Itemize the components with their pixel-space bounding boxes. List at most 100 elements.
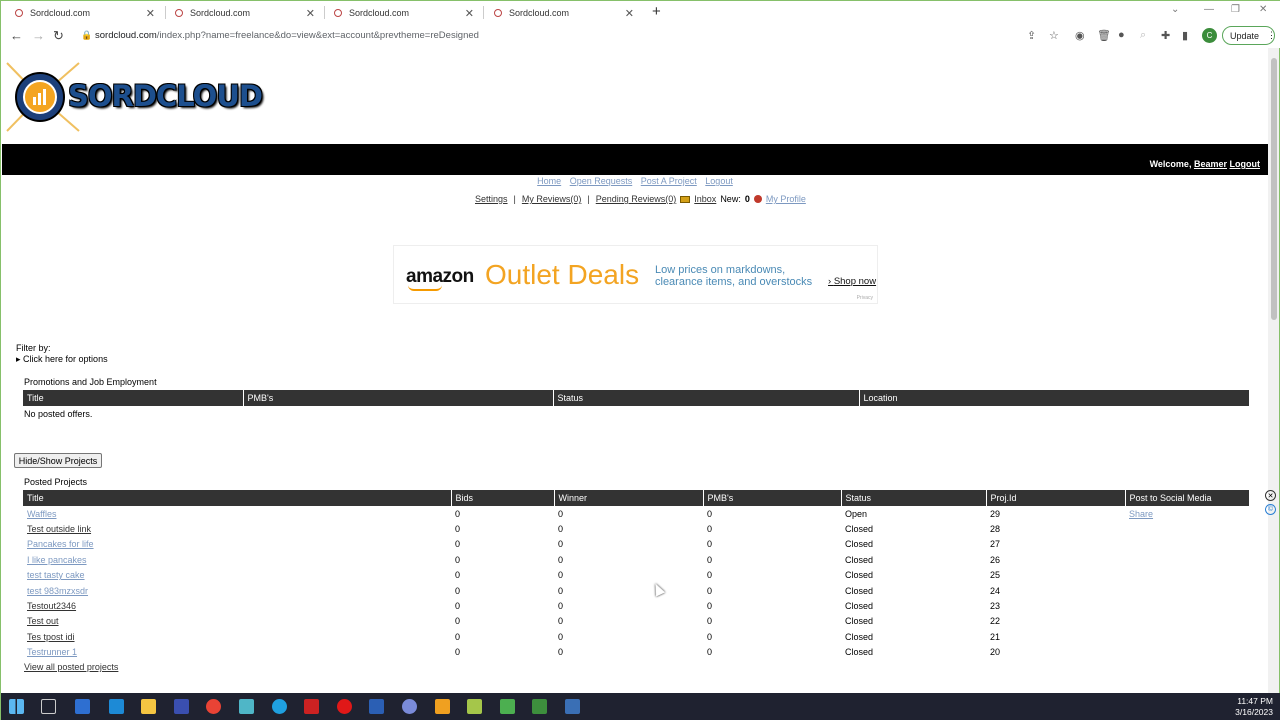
new-tab-icon[interactable]: +	[652, 3, 661, 20]
cell-pmbs: 0	[707, 539, 713, 550]
app-icon[interactable]	[174, 699, 189, 714]
project-title-link[interactable]: Pancakes for life	[27, 539, 94, 549]
project-title-link[interactable]: Waffles	[27, 509, 57, 519]
windows-taskbar: 11:47 PM 3/16/2023	[1, 693, 1280, 720]
cell-status: Open	[845, 508, 868, 519]
lock-icon[interactable]: 🔒	[81, 30, 92, 41]
close-widget-icon[interactable]: ✕	[1265, 490, 1276, 501]
cell-title: Testrunner 1	[23, 645, 451, 660]
app-icon[interactable]	[239, 699, 254, 714]
cell-title: Test out	[23, 614, 451, 629]
side-panel-icon[interactable]: ▮	[1182, 29, 1188, 42]
extension-glasses-icon[interactable]: ◉	[1075, 29, 1085, 42]
favicon-icon	[334, 8, 342, 17]
app-icon[interactable]	[532, 699, 547, 714]
cell-id: 26	[990, 554, 1001, 565]
bookmark-star-icon[interactable]: ☆	[1049, 29, 1059, 42]
project-title-link[interactable]: test tasty cake	[27, 570, 85, 580]
windows-start-icon[interactable]	[9, 699, 24, 714]
project-title-link[interactable]: Tes tpost idi	[27, 632, 75, 642]
extensions-puzzle-icon[interactable]: ✚	[1161, 29, 1170, 42]
project-title-link[interactable]: Testout2346	[27, 601, 76, 611]
chrome-icon[interactable]	[206, 699, 221, 714]
system-clock[interactable]: 11:47 PM 3/16/2023	[1235, 696, 1273, 718]
minimize-icon[interactable]: —	[1204, 4, 1214, 15]
cell-bids: 0	[455, 554, 461, 565]
advertisement-banner[interactable]: amazon Outlet Deals Low prices on markdo…	[393, 245, 878, 304]
chevron-down-icon[interactable]: ⌄	[1171, 4, 1179, 15]
browser-tab-active[interactable]: Sordcloud.com ✕	[480, 2, 638, 23]
ad-tagline: Low prices on markdowns, clearance items…	[655, 264, 813, 288]
project-title-link[interactable]: test 983mzxsdr	[27, 586, 88, 596]
close-tab-icon[interactable]: ✕	[465, 7, 474, 20]
cell-id: 24	[990, 585, 1001, 596]
notepad-icon[interactable]	[467, 699, 482, 714]
view-all-projects-link[interactable]: View all posted projects	[24, 662, 118, 672]
app-icon[interactable]	[565, 699, 580, 714]
close-tab-icon[interactable]: ✕	[306, 7, 315, 20]
project-title-link[interactable]: Testrunner 1	[27, 647, 77, 657]
search-icon[interactable]: ⌕	[1140, 29, 1146, 42]
cell-title: Pancakes for life	[23, 537, 451, 552]
trash-icon[interactable]: 🗑	[1097, 29, 1111, 42]
task-view-icon[interactable]	[41, 699, 56, 714]
close-window-icon[interactable]: ✕	[1259, 4, 1267, 15]
project-title-link[interactable]: Test out	[27, 616, 59, 626]
cell-title: Waffles	[23, 506, 451, 521]
cell-pmbs: 0	[707, 524, 713, 535]
back-icon[interactable]: ←	[10, 28, 23, 43]
cell-winner: 0	[558, 524, 564, 535]
nav-home-link[interactable]: Home	[537, 176, 561, 186]
close-tab-icon[interactable]: ✕	[625, 7, 634, 20]
shield-icon[interactable]	[435, 699, 450, 714]
share-icon[interactable]: ⇪	[1027, 29, 1036, 42]
cell-social	[1125, 537, 1249, 552]
project-title-link[interactable]: Test outside link	[27, 524, 91, 534]
store-icon[interactable]	[75, 699, 90, 714]
widget-c-icon[interactable]: ©	[1265, 504, 1276, 515]
ad-privacy-link[interactable]: Privacy	[857, 295, 873, 301]
file-explorer-icon[interactable]	[141, 699, 156, 714]
header-logout-link[interactable]: Logout	[1230, 159, 1261, 169]
browser-tab[interactable]: Sordcloud.com ✕	[1, 2, 159, 23]
pending-reviews-link[interactable]: Pending Reviews(0)	[596, 194, 677, 204]
nav-open-requests-link[interactable]: Open Requests	[570, 176, 633, 186]
extension-color-icon[interactable]: ●	[1118, 29, 1125, 41]
cell-social	[1125, 583, 1249, 598]
settings-link[interactable]: Settings	[475, 194, 508, 204]
app-icon[interactable]	[402, 699, 417, 714]
my-profile-link[interactable]: My Profile	[766, 194, 806, 204]
browser-tab[interactable]: Sordcloud.com ✕	[161, 2, 319, 23]
forward-icon[interactable]: →	[32, 28, 45, 43]
ad-shop-now-link[interactable]: › Shop now	[828, 276, 876, 287]
edge-icon[interactable]	[272, 699, 287, 714]
nav-post-project-link[interactable]: Post A Project	[641, 176, 697, 186]
close-tab-icon[interactable]: ✕	[146, 7, 155, 20]
nav-logout-link[interactable]: Logout	[705, 176, 733, 186]
browser-tab[interactable]: Sordcloud.com ✕	[320, 2, 478, 23]
mail-app-icon[interactable]	[109, 699, 124, 714]
project-title-link[interactable]: I like pancakes	[27, 555, 87, 565]
restore-icon[interactable]: ❐	[1231, 4, 1240, 15]
update-button[interactable]: Update ⋮	[1222, 26, 1276, 45]
filter-options-toggle[interactable]: ▸ Click here for options	[16, 354, 108, 365]
scrollbar-thumb[interactable]	[1271, 58, 1277, 320]
hide-show-projects-button[interactable]: Hide/Show Projects	[14, 453, 102, 468]
url-field[interactable]: sordcloud.com/index.php?name=freelance&d…	[95, 30, 479, 41]
inbox-link[interactable]: Inbox	[694, 194, 716, 204]
username-link[interactable]: Beamer	[1194, 159, 1227, 169]
app-icon[interactable]	[304, 699, 319, 714]
amazon-smile-icon	[408, 285, 442, 291]
cell-status: Closed	[845, 616, 874, 627]
word-icon[interactable]	[369, 699, 384, 714]
opera-icon[interactable]	[337, 699, 352, 714]
reload-icon[interactable]: ↻	[53, 28, 64, 44]
cell-winner: 0	[558, 601, 564, 612]
favicon-icon	[175, 8, 183, 17]
my-reviews-link[interactable]: My Reviews(0)	[522, 194, 582, 204]
page-scrollbar[interactable]	[1268, 48, 1279, 694]
app-icon[interactable]	[500, 699, 515, 714]
profile-avatar[interactable]: C	[1202, 28, 1217, 43]
cell-bids: 0	[455, 585, 461, 596]
share-link[interactable]: Share	[1129, 509, 1153, 519]
